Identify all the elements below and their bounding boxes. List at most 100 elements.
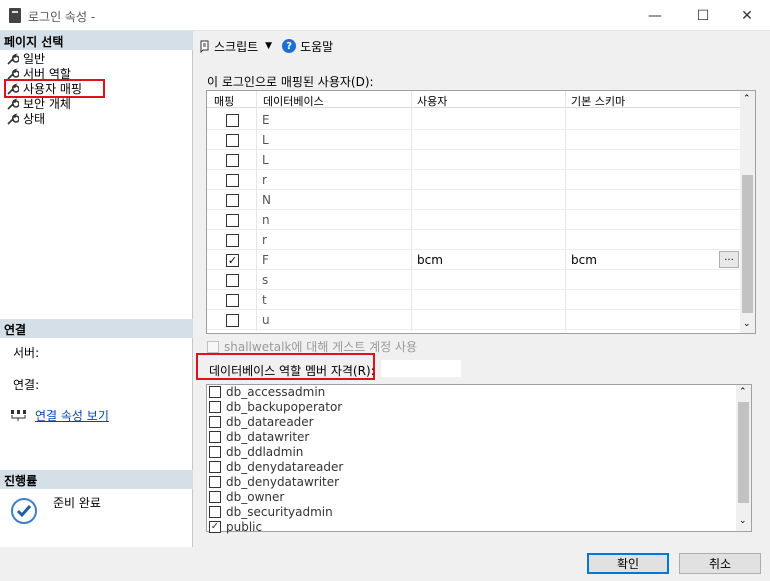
role-checkbox[interactable] [209,400,221,413]
role-item[interactable]: ✓ public [209,519,262,534]
chevron-up-icon[interactable]: ⌃ [743,94,751,104]
user-mapping-grid[interactable]: 매핑 데이터베이스 사용자 기본 스키마 E L Lr Nn r ✓ Fbcm bcm... s… [206,90,756,334]
role-item[interactable]: db_backupoperator [209,399,342,414]
database-cell: s [262,273,269,287]
map-checkbox[interactable] [226,294,239,307]
maximize-button[interactable]: ☐ [680,0,726,31]
role-checkbox[interactable] [209,445,221,458]
redacted-box [278,271,352,288]
role-item[interactable]: db_datawriter [209,429,309,444]
script-label: 스크립트 [214,39,259,54]
grid-header: 매핑 데이터베이스 사용자 기본 스키마 [207,91,740,108]
database-cell: L [262,153,269,167]
roles-scrollbar[interactable]: ⌃ ⌄ [736,385,751,531]
role-item[interactable]: db_accessadmin [209,384,325,399]
close-button[interactable]: ✕ [724,0,770,31]
scroll-thumb[interactable] [742,175,753,313]
schema-browse-button[interactable]: ... [719,251,739,268]
redacted-box [278,311,352,328]
redacted-box [278,211,352,228]
table-row[interactable]: ✓ Fbcm bcm... [207,250,740,270]
role-name: public [226,519,263,534]
role-name: db_securityadmin [226,504,333,519]
map-checkbox[interactable]: ✓ [226,254,239,267]
redacted-box [278,131,352,148]
guest-checkbox [207,340,219,353]
chevron-down-icon[interactable]: ▼ [265,41,272,51]
schema-cell[interactable]: bcm [571,253,597,267]
table-row[interactable]: s [207,270,740,290]
table-row[interactable]: L [207,150,740,170]
user-cell[interactable]: bcm [417,253,443,267]
progress-header: 진행률 [0,470,193,489]
chevron-up-icon[interactable]: ⌃ [739,387,747,397]
role-item[interactable]: db_securityadmin [209,504,333,519]
window-title: 로그인 속성 - [28,10,96,24]
scroll-thumb[interactable] [738,402,749,503]
table-row[interactable]: r [207,170,740,190]
help-icon: ? [282,39,297,53]
map-checkbox[interactable] [226,134,239,147]
map-checkbox[interactable] [226,314,239,327]
role-item[interactable]: db_denydatawriter [209,474,339,489]
role-item[interactable]: db_owner [209,489,284,504]
redacted-box [278,151,352,168]
map-checkbox[interactable] [226,234,239,247]
redacted-box [278,191,352,208]
role-checkbox[interactable] [209,460,221,473]
chevron-down-icon[interactable]: ⌄ [743,319,751,329]
role-checkbox[interactable] [209,415,221,428]
role-item[interactable]: db_datareader [209,414,314,429]
table-row[interactable]: E [207,110,740,130]
help-button[interactable]: ? 도움말 [282,38,333,55]
role-item[interactable]: db_ddladmin [209,444,303,459]
role-checkbox[interactable] [209,430,221,443]
connection-label: 연결: [13,378,40,392]
role-checkbox[interactable] [209,385,221,398]
cancel-button[interactable]: 취소 [679,553,761,574]
role-name: db_accessadmin [226,384,326,399]
database-cell: u [262,313,270,327]
map-checkbox[interactable] [226,274,239,287]
grid-scrollbar[interactable]: ⌃ ⌄ [740,91,755,333]
network-icon [10,409,28,421]
column-header-user[interactable]: 사용자 [417,93,447,109]
role-membership-list[interactable]: db_accessadmin db_backupoperator db_datare… [206,384,752,534]
table-row[interactable]: r [207,230,740,250]
ready-check-icon [11,498,37,524]
map-checkbox[interactable] [226,194,239,207]
database-cell: r [262,233,267,247]
table-row[interactable]: L [207,130,740,150]
map-checkbox[interactable] [226,174,239,187]
role-checkbox[interactable]: ✓ [209,520,221,533]
map-checkbox[interactable] [226,214,239,227]
table-row[interactable]: n [207,210,740,230]
users-mapped-label: 이 로그인으로 매핑된 사용자(D): [207,75,374,89]
column-header-schema[interactable]: 기본 스키마 [571,93,625,109]
column-header-database[interactable]: 데이터베이스 [263,93,324,109]
view-connection-properties-link[interactable]: 연결 속성 보기 [35,407,109,424]
role-checkbox[interactable] [209,475,221,488]
script-icon [198,40,210,53]
help-label: 도움말 [300,39,334,54]
ok-button[interactable]: 확인 [587,553,669,574]
table-row[interactable]: u [207,310,740,330]
role-item[interactable]: db_denydatareader [209,459,343,474]
role-checkbox[interactable] [209,505,221,518]
table-row[interactable]: N [207,190,740,210]
role-checkbox[interactable] [209,490,221,503]
wrench-icon [7,52,19,65]
database-cell: L [262,133,269,147]
map-checkbox[interactable] [226,114,239,127]
page-item-general[interactable]: 일반 [7,51,45,66]
minimize-button[interactable]: — [632,0,678,31]
redacted-box [278,171,352,188]
map-checkbox[interactable] [226,154,239,167]
script-button[interactable]: 스크립트 ▼ [198,38,272,55]
role-membership-label: 데이터베이스 역할 멤버 자격(R): [209,364,375,378]
page-item-status[interactable]: 상태 [7,111,45,126]
chevron-down-icon[interactable]: ⌄ [739,516,747,526]
page-item-securables[interactable]: 보안 개체 [7,96,71,111]
column-header-map[interactable]: 매핑 [214,93,234,109]
table-row[interactable]: t [207,290,740,310]
